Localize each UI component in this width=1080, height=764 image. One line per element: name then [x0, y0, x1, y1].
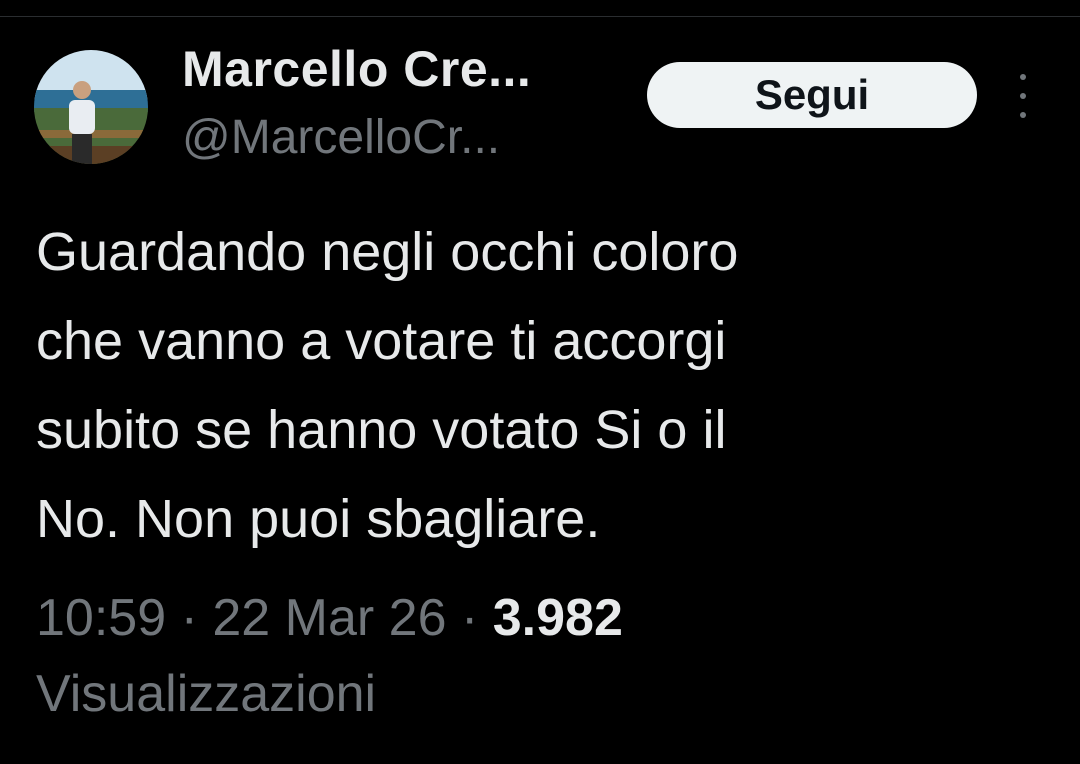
- top-divider: [0, 0, 1080, 17]
- tweet-metadata: 10:59 · 22 Mar 26 · 3.982 Visualizzazion…: [36, 580, 1036, 732]
- tweet-text: Guardando negli occhi coloro che vanno a…: [36, 208, 1036, 564]
- views-label[interactable]: Visualizzazioni: [36, 665, 376, 723]
- meta-separator: ·: [460, 589, 479, 647]
- profile-photo-icon: [34, 50, 148, 164]
- tweet-time[interactable]: 10:59: [36, 589, 166, 647]
- tweet-text-line: subito se hanno votato Si o il: [36, 400, 727, 460]
- tweet-date[interactable]: 22 Mar 26: [212, 589, 446, 647]
- meta-separator: ·: [180, 589, 198, 647]
- more-dot: [1020, 93, 1026, 99]
- author-display-name[interactable]: Marcello Cre...: [182, 40, 531, 98]
- tweet-text-line: Guardando negli occhi coloro: [36, 222, 739, 282]
- more-dot: [1020, 74, 1026, 80]
- author-handle[interactable]: @MarcelloCr...: [182, 110, 500, 165]
- follow-button[interactable]: Segui: [647, 62, 977, 128]
- tweet-text-line: No. Non puoi sbagliare.: [36, 489, 601, 549]
- avatar[interactable]: [34, 50, 148, 164]
- more-dot: [1020, 112, 1026, 118]
- more-vertical-icon[interactable]: [1006, 74, 1040, 118]
- views-count[interactable]: 3.982: [493, 589, 623, 647]
- tweet-text-line: che vanno a votare ti accorgi: [36, 311, 727, 371]
